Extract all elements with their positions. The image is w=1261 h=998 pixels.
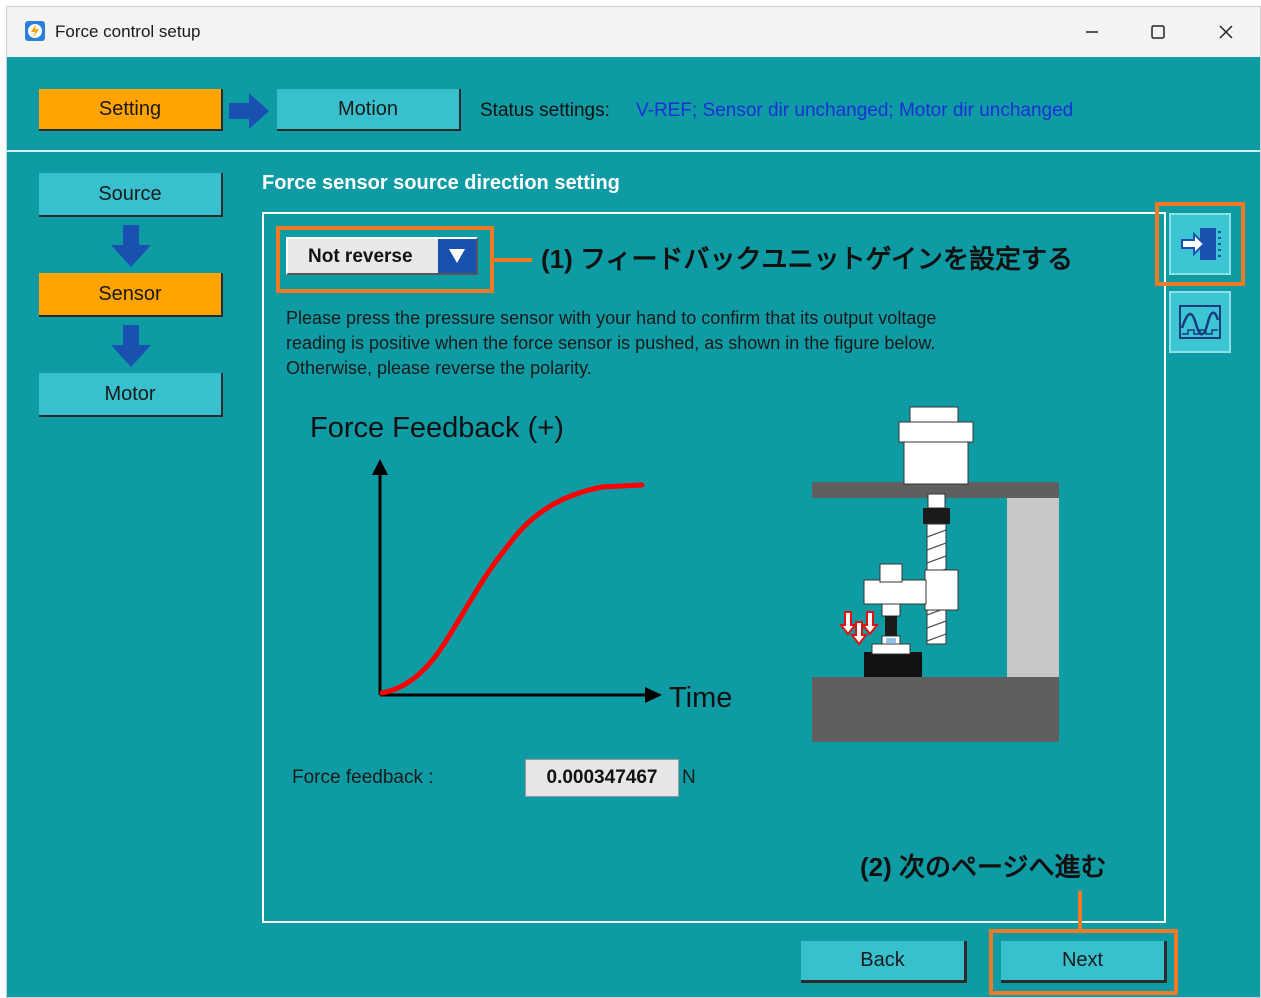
window-title: Force control setup (55, 22, 201, 41)
section-title: Force sensor source direction setting (262, 172, 620, 194)
arrow-right-icon (229, 91, 271, 136)
import-to-device-button[interactable] (1169, 213, 1231, 275)
import-to-device-icon (1181, 228, 1221, 260)
app-icon (25, 21, 45, 41)
sidebar-item-source[interactable]: Source (39, 173, 223, 217)
status-label: Status settings: (480, 100, 610, 121)
press-machine-illustration (812, 406, 1059, 742)
waveform-button[interactable] (1169, 291, 1231, 353)
waveform-icon (1179, 305, 1221, 339)
close-icon (1219, 25, 1233, 39)
annotation-connector (1078, 891, 1082, 931)
description-line-1: Please press the pressure sensor with yo… (286, 308, 937, 328)
sidebar-item-sensor[interactable]: Sensor (39, 273, 223, 317)
figure-title: Force Feedback (+) (310, 412, 564, 444)
step-setting-button[interactable]: Setting (39, 89, 223, 131)
next-button[interactable]: Next (1001, 941, 1167, 983)
force-feedback-graph (372, 459, 662, 703)
header-divider (7, 150, 1260, 152)
annotation-connector (494, 258, 532, 262)
sidebar-item-motor[interactable]: Motor (39, 373, 223, 417)
annotation-frame-select (276, 226, 494, 293)
minimize-icon (1086, 31, 1098, 33)
annotation-step1: (1) フィードバックユニットゲインを設定する (541, 244, 1073, 274)
force-feedback-label: Force feedback : (292, 767, 434, 788)
minimize-button[interactable] (1059, 7, 1125, 57)
step-motion-button[interactable]: Motion (277, 89, 461, 131)
title-bar: Force control setup (7, 7, 1260, 57)
maximize-button[interactable] (1125, 7, 1191, 57)
description-line-2: reading is positive when the force senso… (286, 333, 936, 353)
arrow-down-icon (111, 325, 151, 372)
force-control-setup-window: Force control setup Setting Motion Statu… (6, 6, 1261, 998)
close-button[interactable] (1193, 7, 1259, 57)
maximize-icon (1151, 25, 1165, 39)
arrow-down-icon (111, 225, 151, 272)
back-button[interactable]: Back (801, 941, 967, 983)
force-feedback-unit: N (682, 767, 696, 788)
annotation-step2: (2) 次のページへ進む (860, 852, 1107, 882)
status-value: V-REF; Sensor dir unchanged; Motor dir u… (636, 100, 1074, 121)
description-line-3: Otherwise, please reverse the polarity. (286, 358, 592, 378)
figure-x-label: Time (669, 682, 733, 714)
force-feedback-value: 0.000347467 (525, 759, 679, 797)
